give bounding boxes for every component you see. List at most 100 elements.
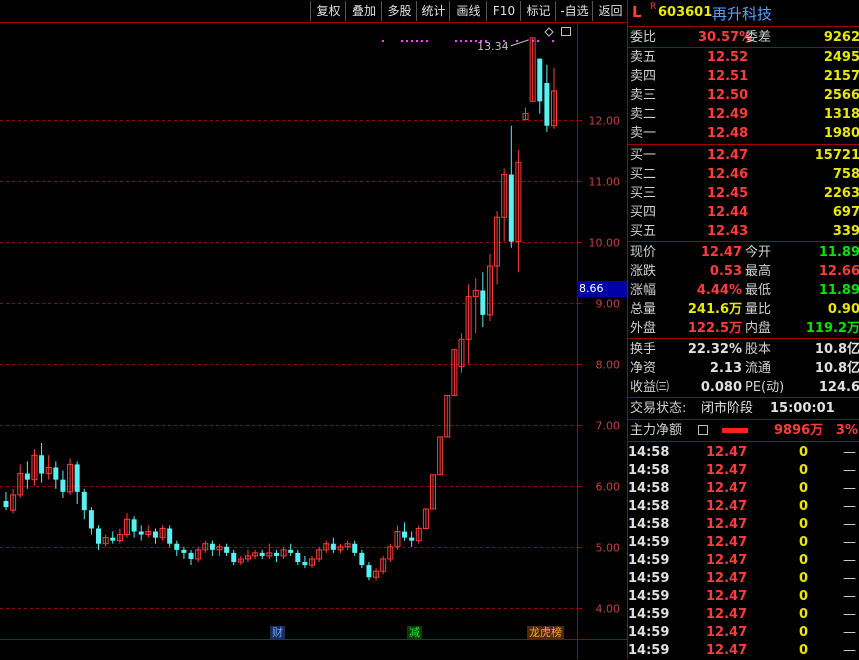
stat-label-2: 最高: [745, 264, 772, 279]
tick-direction: —: [843, 535, 856, 550]
event-tag-finance[interactable]: 财: [270, 626, 285, 639]
overlay-button[interactable]: 叠加: [345, 1, 382, 21]
tick-row: 14:59 12.47 0 —: [628, 587, 859, 606]
bid-price: 12.46: [707, 167, 749, 182]
tick-time: 14:59: [628, 607, 670, 622]
ask-price: 12.48: [707, 126, 749, 141]
tick-price: 12.47: [706, 553, 748, 568]
fundamental-value-2: 10.8亿: [814, 342, 859, 357]
tick-time: 14:58: [628, 517, 670, 532]
kline-chart[interactable]: 4.00 5.00 6.00 7.00 8.00 9.00 10.00 11.00 12.00 1…: [0, 0, 627, 659]
stat-value: 12.47: [700, 245, 742, 260]
tick-volume: 0: [799, 445, 809, 460]
y-tick-label: 4.00: [596, 603, 621, 616]
candle-body: [88, 510, 94, 529]
fuquan-button[interactable]: 复权: [310, 1, 346, 21]
candle-body: [302, 562, 308, 566]
main-flow-row[interactable]: 主力净额 9896万 3%: [628, 421, 859, 440]
window-icon[interactable]: [561, 27, 571, 36]
kline-chart-area[interactable]: 4.00 5.00 6.00 7.00 8.00 9.00 10.00 11.00 12.00 1…: [0, 0, 627, 659]
y-tick-label: 8.00: [596, 359, 621, 372]
fundamental-label: 换手: [630, 342, 657, 357]
menu-icon[interactable]: [698, 425, 708, 435]
candle-body: [273, 552, 279, 556]
stat-label-2: 最低: [745, 283, 772, 298]
diamond-icon[interactable]: [544, 27, 554, 37]
main-flow-label: 主力净额: [630, 423, 683, 438]
tick-price: 12.47: [706, 499, 748, 514]
ask-level-row: 卖四 12.51 2157: [628, 67, 859, 86]
candle-body: [181, 549, 187, 553]
candle-body: [174, 543, 180, 550]
signal-dot: [552, 40, 554, 42]
fundamental-label-2: 股本: [745, 342, 772, 357]
margin-indicator: R: [650, 2, 657, 12]
ask-volume: 2157: [823, 69, 859, 84]
bid-volume: 339: [832, 224, 859, 239]
tick-volume: 0: [799, 553, 809, 568]
mark-button[interactable]: 标记: [520, 1, 556, 21]
stat-label: 总量: [630, 302, 657, 317]
tick-volume: 0: [799, 463, 809, 478]
tick-direction: —: [843, 643, 856, 658]
y-tick-label: 5.00: [596, 542, 621, 555]
candle-body: [74, 464, 80, 492]
event-tag-reduce[interactable]: 减: [407, 626, 422, 639]
divider: [628, 241, 859, 242]
tick-time: 14:58: [628, 463, 670, 478]
current-price-marker: 8.66: [577, 281, 627, 297]
tick-direction: —: [843, 481, 856, 496]
stat-value-2: 119.2万: [805, 321, 859, 336]
stat-value: 241.6万: [687, 302, 742, 317]
candle-body: [402, 531, 408, 538]
event-tag-longhubang[interactable]: 龙虎榜: [527, 626, 564, 639]
y-tick-label: 6.00: [596, 481, 621, 494]
ask-volume: 2495: [823, 50, 859, 65]
candle-body: [224, 546, 230, 553]
trade-status-label: 交易状态:: [630, 401, 687, 416]
draw-line-button[interactable]: 画线: [449, 1, 487, 21]
candle-body: [288, 549, 294, 553]
fundamental-row: 换手 22.32% 股本 10.8亿: [628, 340, 859, 359]
signal-dot: [421, 40, 423, 42]
stat-label-2: 量比: [745, 302, 772, 317]
signal-dot: [470, 40, 472, 42]
bid-level-row: 买二 12.46 758: [628, 165, 859, 184]
tick-volume: 0: [799, 535, 809, 550]
tick-price: 12.47: [706, 535, 748, 550]
fundamental-value-2: 10.8亿: [814, 361, 859, 376]
tick-time: 14:59: [628, 643, 670, 658]
weicha-value: 9262: [823, 30, 859, 45]
multi-stock-button[interactable]: 多股: [381, 1, 417, 21]
stat-label: 涨幅: [630, 283, 657, 298]
f10-button[interactable]: F10: [486, 1, 521, 21]
candle-body: [131, 519, 137, 532]
add-favorite-button[interactable]: -自选: [555, 1, 593, 21]
tick-volume: 0: [799, 643, 809, 658]
bid-price: 12.45: [707, 186, 749, 201]
bid-volume: 2263: [823, 186, 859, 201]
tick-price: 12.47: [706, 517, 748, 532]
tick-row: 14:58 12.47 0 —: [628, 479, 859, 498]
bid-label: 买三: [630, 186, 657, 201]
statistics-button[interactable]: 统计: [416, 1, 450, 21]
back-button[interactable]: 返回: [592, 1, 628, 21]
tick-row: 14:58 12.47 0 —: [628, 443, 859, 462]
quote-panel: L R 603601 再升科技 委比 30.57% 委差 9262 卖五 12.5…: [627, 0, 859, 659]
tick-row: 14:59 12.47 0 —: [628, 533, 859, 552]
tick-volume: 0: [799, 625, 809, 640]
ask-label: 卖一: [630, 126, 657, 141]
tick-direction: —: [843, 571, 856, 586]
candle-body: [330, 543, 336, 550]
flow-bar: [722, 428, 748, 433]
tick-row: 14:58 12.47 0 —: [628, 515, 859, 534]
chart-toolbar: 复权 叠加 多股 统计 画线 F10 标记 -自选 返回: [0, 0, 627, 22]
signal-dot: [411, 40, 413, 42]
main-flow-value: 9896万: [774, 423, 824, 438]
ask-price: 12.52: [707, 50, 749, 65]
stat-row: 涨幅 4.44% 最低 11.89: [628, 281, 859, 300]
bid-level-row: 买五 12.43 339: [628, 222, 859, 241]
stock-header: L R 603601 再升科技: [628, 0, 859, 27]
tick-row: 14:59 12.47 0 —: [628, 641, 859, 660]
candle-body: [508, 174, 514, 242]
